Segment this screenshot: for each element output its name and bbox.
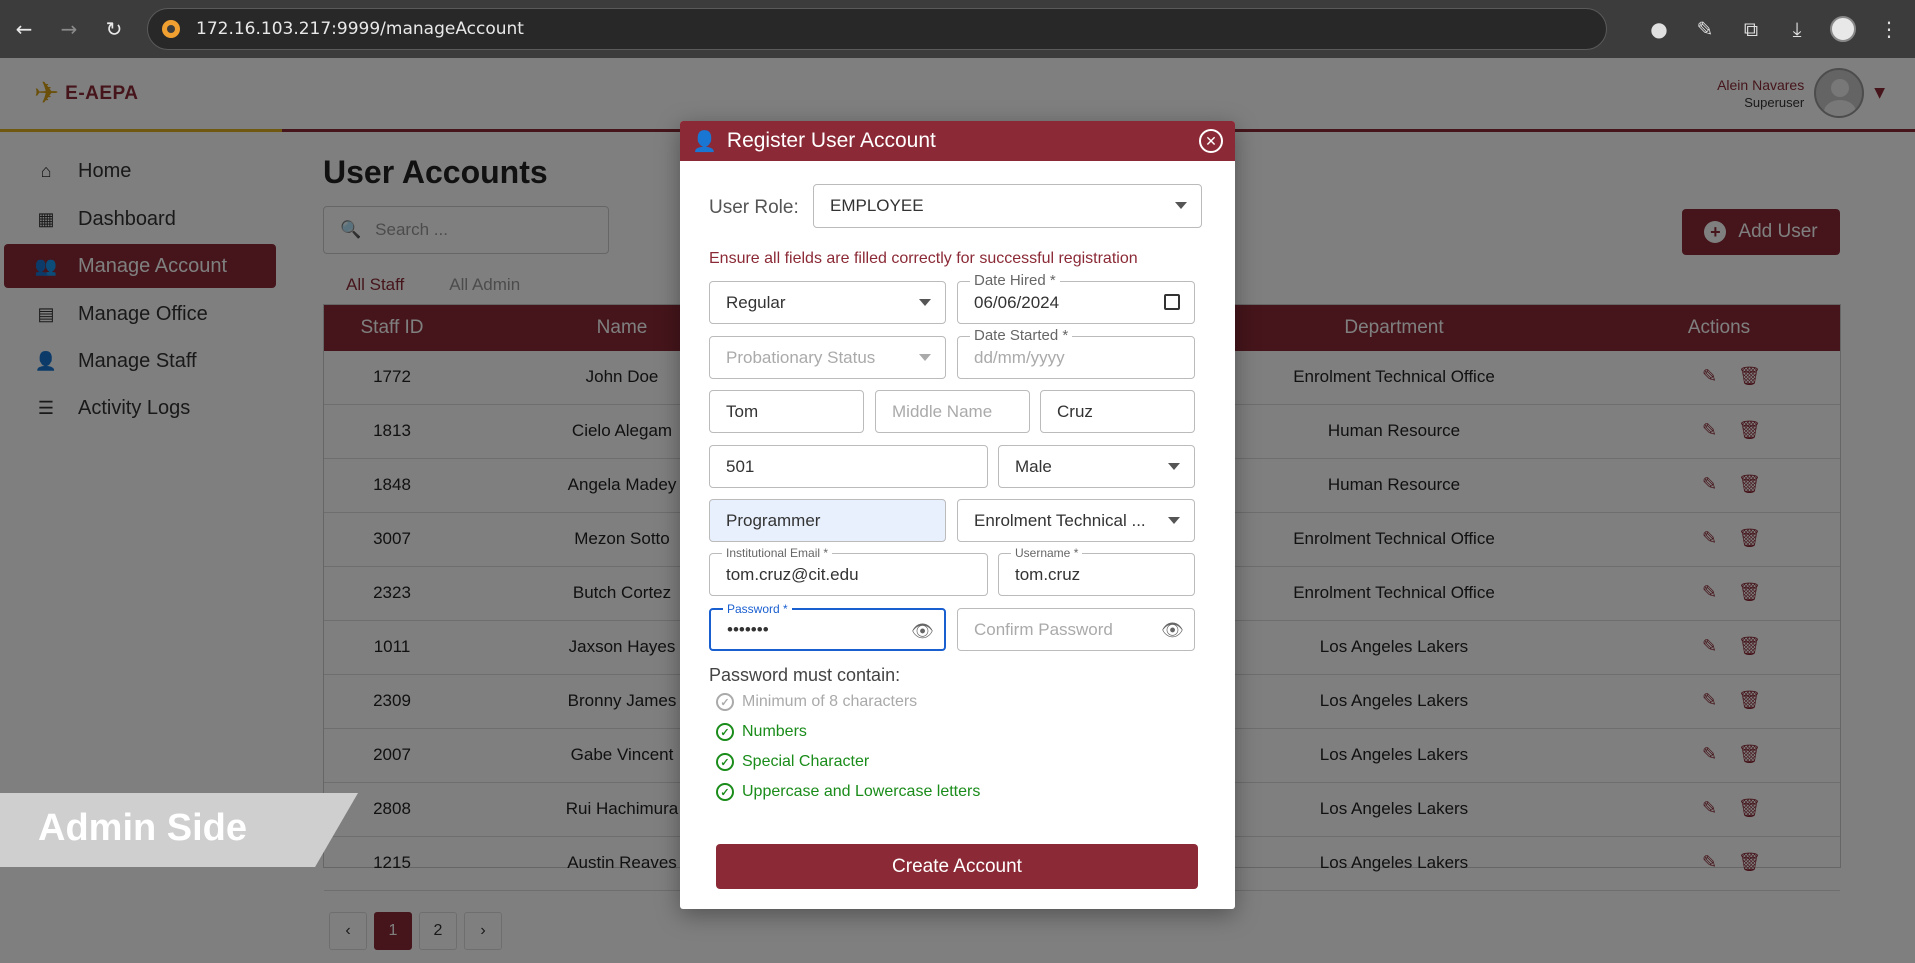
chevron-down-icon xyxy=(919,354,931,361)
reload-icon[interactable]: ↻ xyxy=(96,11,132,47)
back-icon[interactable]: ← xyxy=(6,11,42,47)
forward-icon[interactable]: → xyxy=(51,11,87,47)
extensions-icon[interactable]: ⧉ xyxy=(1731,9,1771,49)
date-hired-value: 06/06/2024 xyxy=(974,292,1060,312)
email-value: tom.cruz@cit.edu xyxy=(726,564,859,584)
rule-text: Numbers xyxy=(742,723,807,740)
rule-text: Uppercase and Lowercase letters xyxy=(742,783,981,800)
first-name-field[interactable]: Tom xyxy=(709,390,864,433)
department-select[interactable]: Enrolment Technical ... xyxy=(957,499,1195,542)
eye-icon[interactable]: 👁 xyxy=(1161,620,1184,641)
register-user-modal: 👤 Register User Account ✕ User Role: EMP… xyxy=(680,121,1235,909)
user-role-label: User Role: xyxy=(709,197,799,218)
password-field[interactable]: Password * ••••••• 👁 xyxy=(709,602,946,651)
first-name-value: Tom xyxy=(726,401,759,421)
banner-text: Admin Side xyxy=(38,807,248,849)
username-label: Username * xyxy=(1011,546,1083,560)
chevron-down-icon xyxy=(1175,202,1187,209)
date-hired-label: Date Hired * xyxy=(970,272,1060,289)
username-field[interactable]: Username * tom.cruz xyxy=(998,546,1195,596)
username-value: tom.cruz xyxy=(1015,564,1081,584)
position-value: Programmer xyxy=(726,510,821,530)
check-circle-icon: ✓ xyxy=(716,693,734,711)
modal-title: Register User Account xyxy=(726,129,936,152)
staff-id-field[interactable]: 501 xyxy=(709,445,988,488)
date-hired-field[interactable]: Date Hired * 06/06/2024 xyxy=(957,272,1195,324)
email-field[interactable]: Institutional Email * tom.cruz@cit.edu xyxy=(709,546,988,596)
profile-icon[interactable] xyxy=(1823,9,1863,49)
address-bar[interactable]: 172.16.103.217:9999/manageAccount xyxy=(147,8,1607,50)
password-value: ••••••• xyxy=(727,619,769,639)
menu-icon[interactable]: ⋮ xyxy=(1869,9,1909,49)
form-warning: Ensure all fields are filled correctly f… xyxy=(709,250,1138,267)
last-name-field[interactable]: Cruz xyxy=(1040,390,1195,433)
confirm-password-placeholder: Confirm Password xyxy=(974,619,1113,639)
employment-type-value: Regular xyxy=(726,292,786,312)
position-field[interactable]: Programmer xyxy=(709,499,946,542)
rule-text: Minimum of 8 characters xyxy=(742,693,918,710)
rule-min-length: ✓ Minimum of 8 characters xyxy=(716,693,917,711)
gender-select[interactable]: Male xyxy=(998,445,1195,488)
create-account-button[interactable]: Create Account xyxy=(716,844,1198,889)
staff-id-value: 501 xyxy=(726,456,755,476)
chevron-down-icon xyxy=(919,299,931,306)
eye-icon[interactable]: 👁 xyxy=(911,621,934,642)
admin-side-banner: Admin Side xyxy=(0,793,358,867)
gender-value: Male xyxy=(1015,456,1052,476)
date-started-label: Date Started * xyxy=(970,327,1073,344)
probationary-status-placeholder: Probationary Status xyxy=(726,347,876,367)
edit-extension-icon[interactable]: ✎ xyxy=(1685,9,1725,49)
rule-special-character: ✓ Special Character xyxy=(716,753,869,771)
url-text: 172.16.103.217:9999/manageAccount xyxy=(196,19,524,39)
download-icon[interactable]: ⤓ xyxy=(1777,9,1817,49)
password-label: Password * xyxy=(723,602,792,616)
email-label: Institutional Email * xyxy=(722,546,833,560)
date-started-placeholder: dd/mm/yyyy xyxy=(974,347,1065,367)
department-value: Enrolment Technical ... xyxy=(974,510,1146,530)
browser-actions: ● ✎ ⧉ ⤓ ⋮ xyxy=(1639,0,1915,58)
calendar-icon[interactable] xyxy=(1164,294,1180,310)
modal-header: 👤 Register User Account ✕ xyxy=(680,121,1235,161)
rule-text: Special Character xyxy=(742,753,870,770)
date-started-field[interactable]: Date Started * dd/mm/yyyy xyxy=(957,327,1195,379)
rule-numbers: ✓ Numbers xyxy=(716,723,807,741)
user-role-select[interactable]: EMPLOYEE xyxy=(813,184,1202,228)
employment-type-select[interactable]: Regular xyxy=(709,281,946,324)
close-icon[interactable]: ✕ xyxy=(1199,129,1223,153)
check-circle-icon: ✓ xyxy=(716,783,734,801)
last-name-value: Cruz xyxy=(1057,401,1093,421)
middle-name-field[interactable]: Middle Name xyxy=(875,390,1030,433)
site-info-icon[interactable] xyxy=(162,20,180,38)
probationary-status-select[interactable]: Probationary Status xyxy=(709,336,946,379)
confirm-password-field[interactable]: Confirm Password 👁 xyxy=(957,608,1195,651)
rule-case: ✓ Uppercase and Lowercase letters xyxy=(716,783,980,801)
browser-toolbar: ← → ↻ 172.16.103.217:9999/manageAccount … xyxy=(0,0,1915,58)
chevron-down-icon xyxy=(1168,517,1180,524)
check-circle-icon: ✓ xyxy=(716,723,734,741)
check-circle-icon: ✓ xyxy=(716,753,734,771)
recording-icon[interactable]: ● xyxy=(1639,9,1679,49)
password-requirements-title: Password must contain: xyxy=(709,665,901,685)
chevron-down-icon xyxy=(1168,463,1180,470)
middle-name-placeholder: Middle Name xyxy=(892,401,993,421)
user-icon: 👤 xyxy=(692,130,717,153)
user-role-value: EMPLOYEE xyxy=(830,196,924,215)
